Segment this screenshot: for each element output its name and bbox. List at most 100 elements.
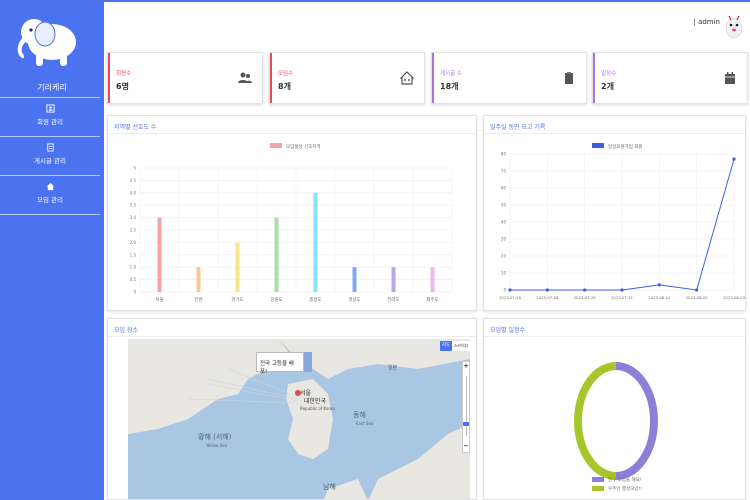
y-tick-label: 3.0 — [130, 215, 137, 220]
satellite-type-button[interactable]: 스카이뷰 — [452, 341, 470, 351]
stat-card-posts: 게시글 수 18개 — [431, 52, 587, 104]
card-label: 모임수 — [278, 71, 294, 77]
card-label: 회원수 — [116, 71, 132, 77]
y-tick-label: 5 — [133, 166, 136, 171]
legend-swatch — [592, 486, 604, 491]
data-point — [620, 288, 624, 292]
legend-label: 일일회원가입 회원 — [608, 143, 643, 150]
bar — [313, 192, 318, 292]
x-tick-label: 경상도 — [348, 296, 360, 303]
map-marker-icon[interactable] — [295, 390, 301, 396]
y-tick-label: 40 — [501, 220, 507, 225]
x-tick-label: 2023-07-31 — [611, 295, 634, 300]
x-tick-label: 경기도 — [231, 296, 243, 303]
y-tick-label: 4.5 — [130, 178, 137, 183]
legend-swatch — [592, 477, 604, 482]
bar — [274, 217, 279, 292]
calendar-icon — [725, 72, 735, 84]
x-tick-label: 2023-08-03 — [723, 295, 746, 300]
map-label: 동해 — [353, 410, 366, 419]
sidebar-item-groups[interactable]: 모임 관리 — [0, 182, 100, 204]
map-label: Yellow Sea — [205, 443, 228, 448]
elephant-logo[interactable] — [12, 10, 82, 80]
card-accent — [108, 53, 110, 103]
bar — [157, 217, 162, 292]
divider — [0, 214, 100, 215]
data-point — [583, 288, 587, 292]
bar — [391, 267, 396, 292]
zoom-in-button[interactable]: + — [463, 362, 469, 371]
legend-label: 친구 모임을 해요! — [608, 476, 642, 483]
sidebar-item-label: 회원 관리 — [37, 118, 63, 126]
bar-chart: 모임생성 선호지역 0 0.5 1.0 1.5 2.0 2.5 3.0 3.5 4.0 4.5 5 서울… — [130, 143, 453, 303]
legend-label: 우주인 행성모임!! — [608, 485, 642, 492]
donut-panel: 모임별 일정수 친구 모임을 해요! 우주인 행성모임!! — [483, 318, 746, 500]
zoom-out-button[interactable]: − — [463, 442, 469, 450]
popup-arrow-icon[interactable] — [304, 352, 312, 372]
x-tick-label: 2023-07-29 — [574, 295, 597, 300]
donut-slice — [574, 362, 617, 480]
legend-label: 모임생성 선호지역 — [286, 143, 321, 150]
y-tick-label: 2.0 — [130, 240, 137, 245]
bar — [235, 242, 240, 292]
line-chart: 일일회원가입 회원 0 10 20 30 40 50 60 70 80 2023-07-26 2023… — [499, 143, 746, 300]
sidebar-item-members[interactable]: 회원 관리 — [0, 104, 100, 126]
bar — [352, 267, 357, 292]
sidebar-item-label: 모임 관리 — [37, 196, 63, 204]
legend-swatch — [270, 143, 282, 148]
x-tick-label: 2023-07-28 — [536, 295, 559, 300]
x-tick-label: 2023-07-26 — [499, 295, 522, 300]
daily-chart-panel: 일주일 동안 요고 기록 일일회원가입 회원 0 10 20 30 40 50 60 70 80 2… — [483, 115, 746, 311]
elephant-icon — [17, 19, 76, 66]
card-accent — [593, 53, 595, 103]
map-label: 서울 — [300, 389, 312, 397]
region-chart-panel: 지역별 선호도 수 모임생성 선호지역 0 0.5 1.0 1.5 2.0 2.5 3.0 3.… — [107, 115, 477, 311]
x-tick-label: 2023-08-02 — [686, 295, 709, 300]
map-label: Republic of Korea — [300, 406, 335, 411]
divider — [0, 136, 100, 137]
stat-card-members: 회원수 6명 — [107, 52, 263, 104]
sidebar: 기러케리 회원 관리 게시글 관리 모임 관리 — [0, 0, 104, 500]
x-tick-label: 충청도 — [309, 296, 321, 303]
stat-card-schedules: 일정수 2개 — [592, 52, 748, 104]
y-tick-label: 1.5 — [130, 252, 137, 257]
card-accent — [432, 53, 434, 103]
data-point — [657, 283, 661, 287]
map-label: 일본 — [388, 364, 398, 371]
card-label: 게시글 수 — [440, 71, 462, 77]
y-tick-label: 50 — [501, 203, 507, 208]
document-icon — [46, 143, 54, 152]
x-tick-label: 인천 — [194, 296, 202, 303]
zoom-track[interactable] — [466, 376, 467, 436]
avatar-icon[interactable] — [722, 10, 746, 40]
top-border — [104, 0, 750, 2]
card-accent — [270, 53, 272, 103]
y-tick-label: 80 — [501, 152, 507, 157]
x-tick-label: 제주도 — [426, 296, 438, 303]
stat-card-groups: 모임수 8개 — [269, 52, 425, 104]
map-label: 남해 — [323, 482, 336, 491]
x-tick-label: 전라도 — [387, 296, 399, 303]
legend-swatch — [592, 143, 604, 148]
sidebar-item-label: 게시글 관리 — [34, 157, 66, 165]
card-value: 8개 — [278, 82, 291, 91]
card-value: 18개 — [440, 82, 459, 91]
home-group-icon — [400, 71, 414, 85]
map-view[interactable]: 서울 대한민국 Republic of Korea 일본 황해 (서해) Yel… — [128, 339, 470, 499]
map-type-button[interactable]: 지도 — [440, 341, 452, 351]
x-tick-label: 2023-08-01 — [648, 295, 671, 300]
y-tick-label: 4.0 — [130, 190, 137, 195]
panel-header-divider — [108, 336, 476, 337]
y-tick-label: 0 — [133, 290, 136, 295]
panel-title: 일주일 동안 요고 기록 — [490, 124, 546, 131]
data-point — [545, 288, 549, 292]
user-doc-icon — [45, 104, 55, 113]
y-tick-label: 20 — [501, 254, 507, 259]
brand-name[interactable]: 기러케리 — [0, 82, 104, 93]
zoom-handle[interactable] — [463, 422, 469, 426]
user-menu[interactable]: | admin — [693, 18, 720, 26]
y-tick-label: 10 — [501, 271, 507, 276]
card-label: 일정수 — [601, 71, 617, 77]
sidebar-item-posts[interactable]: 게시글 관리 — [0, 143, 100, 165]
map-popup[interactable]: 전국 고등을 배포! — [256, 352, 304, 375]
